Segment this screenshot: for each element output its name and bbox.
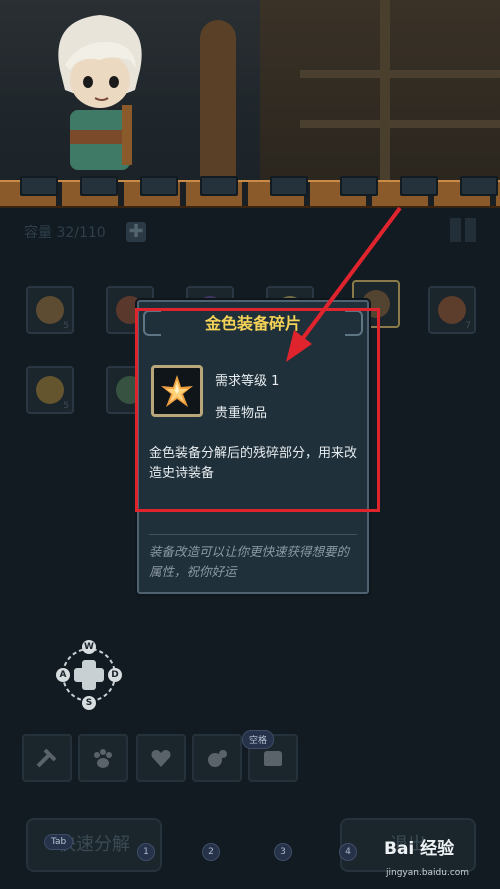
plus-icon: ✚ bbox=[128, 221, 144, 242]
key-item-icon bbox=[36, 376, 64, 404]
hotkey-3: 3 bbox=[274, 843, 292, 861]
watermark-logo: Bai 经验 bbox=[384, 839, 455, 859]
hero-character bbox=[58, 15, 142, 170]
urn-icon bbox=[36, 296, 64, 324]
expand-inventory-button[interactable]: ✚ bbox=[126, 222, 146, 242]
ledge-block bbox=[400, 176, 438, 196]
key-s: S bbox=[82, 696, 96, 710]
paw-icon bbox=[94, 749, 112, 768]
key-a: A bbox=[56, 668, 70, 682]
inventory-slot[interactable]: 7 bbox=[428, 286, 476, 334]
baidu-watermark: Bai 经验 jingyan.baidu.com bbox=[384, 834, 494, 884]
inventory-capacity: 容量 32/110 bbox=[24, 225, 106, 241]
hotkey-4: 4 bbox=[339, 843, 357, 861]
ledge-block bbox=[460, 176, 498, 196]
key-d: D bbox=[108, 668, 122, 682]
ledge-block bbox=[140, 176, 178, 196]
game-scene-banner bbox=[0, 0, 500, 192]
chest-icon bbox=[264, 751, 282, 766]
item-flavor-text: 装备改造可以让你更快速获得想要的属性，祝你好运 bbox=[149, 544, 350, 579]
hotkey-1: 1 bbox=[137, 843, 155, 861]
highlight-box bbox=[135, 308, 380, 512]
inventory-slot[interactable]: 5 bbox=[26, 286, 74, 334]
hotkey-2: 2 bbox=[202, 843, 220, 861]
bomb-icon bbox=[208, 750, 227, 767]
ledge-block bbox=[80, 176, 118, 196]
watermark-url: jingyan.baidu.com bbox=[386, 868, 470, 878]
tooltip-divider bbox=[149, 534, 357, 535]
movement-dpad[interactable]: W A D S bbox=[54, 640, 124, 710]
ledge-block bbox=[340, 176, 378, 196]
tools-icon bbox=[36, 748, 57, 768]
sort-grid-button[interactable] bbox=[450, 218, 476, 242]
bomb-button[interactable] bbox=[192, 734, 242, 782]
ledge-block bbox=[200, 176, 238, 196]
ledge-block bbox=[20, 176, 58, 196]
heart-icon bbox=[151, 750, 171, 767]
key-w: W bbox=[82, 640, 96, 654]
inventory-slot[interactable]: 5 bbox=[26, 366, 74, 414]
favorite-button[interactable] bbox=[136, 734, 186, 782]
tab-key-hint: Tab bbox=[44, 834, 74, 850]
tools-button[interactable] bbox=[22, 734, 72, 782]
pet-button[interactable] bbox=[78, 734, 128, 782]
ledge-block bbox=[270, 176, 308, 196]
space-key-hint: 空格 bbox=[242, 730, 275, 749]
potion-item-icon bbox=[438, 296, 466, 324]
